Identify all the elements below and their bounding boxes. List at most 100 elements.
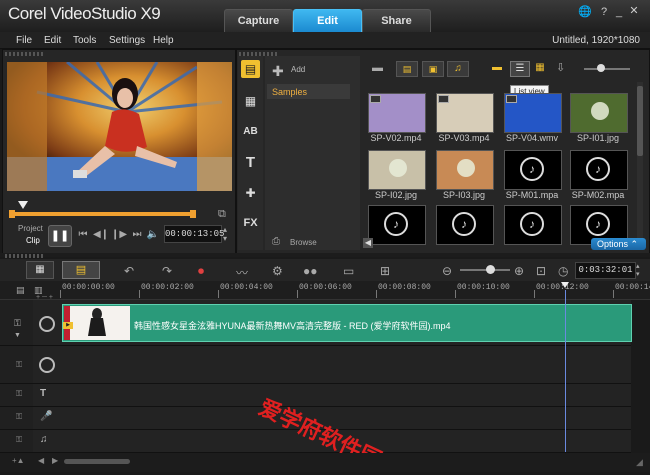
multi-camera-icon[interactable]: ⊞: [380, 264, 390, 278]
voice-lock-icon[interactable]: ⚿: [16, 412, 22, 422]
library-scrollbar-thumb[interactable]: [637, 86, 643, 156]
media-thumbnail[interactable]: [368, 93, 426, 133]
undo-icon[interactable]: ↶: [124, 264, 134, 278]
add-folder-label[interactable]: Add: [291, 65, 305, 74]
project-mode-label[interactable]: Project: [18, 224, 43, 233]
home-icon[interactable]: ⏮: [74, 227, 92, 243]
thumbnail-view-icon[interactable]: ▬: [488, 61, 506, 75]
transition-icon[interactable]: AB: [241, 123, 260, 141]
title-lock-icon[interactable]: ⚿: [16, 389, 22, 399]
scrub-bar[interactable]: [12, 212, 195, 216]
scroll-left-icon[interactable]: ◀: [38, 456, 44, 465]
zoom-slider-handle[interactable]: [486, 265, 495, 274]
timeline-scrollbar-thumb[interactable]: [64, 459, 130, 464]
play-pause-button[interactable]: ❚❚: [48, 225, 72, 247]
instant-project-icon[interactable]: ▦: [241, 92, 260, 110]
sound-mixer-icon[interactable]: 〰: [236, 264, 248, 281]
expand-track-icon[interactable]: ▼: [14, 332, 21, 339]
thumbnail-size-slider[interactable]: [584, 68, 630, 70]
grid-view-icon[interactable]: ▦: [531, 61, 549, 75]
menu-file[interactable]: File: [16, 35, 32, 46]
filter-icon[interactable]: FX: [241, 214, 260, 232]
globe-icon[interactable]: 🌐: [577, 5, 593, 19]
auto-music-icon[interactable]: ⚙: [272, 264, 283, 278]
record-capture-icon[interactable]: ⏺: [198, 264, 204, 279]
media-thumbnail[interactable]: [436, 93, 494, 133]
storyboard-view-icon[interactable]: ▦: [26, 261, 54, 279]
clock-icon[interactable]: ◷: [558, 264, 568, 278]
overlay-lock-icon[interactable]: ⚿: [16, 360, 22, 370]
show-photos-icon[interactable]: ▣: [422, 61, 444, 77]
timeline-view-icon[interactable]: ▤: [62, 261, 100, 279]
motion-tracking-icon[interactable]: ●●: [303, 264, 318, 278]
graphic-icon[interactable]: ✚: [241, 184, 260, 202]
resize-grip-icon[interactable]: ◢: [636, 457, 643, 468]
help-icon[interactable]: ?: [596, 5, 612, 19]
media-thumbnail-label: SP-I03.jpg: [442, 190, 486, 200]
tab-edit[interactable]: Edit: [293, 9, 362, 32]
track-manager-icon[interactable]: ▤: [16, 285, 25, 296]
zoom-out-icon[interactable]: ⊖: [442, 264, 452, 278]
folder-icon[interactable]: ▬: [372, 62, 383, 74]
tab-capture[interactable]: Capture: [224, 9, 293, 32]
media-thumbnail[interactable]: ♪: [436, 205, 494, 245]
title-track[interactable]: [33, 384, 631, 407]
minimize-icon[interactable]: _: [611, 5, 627, 19]
list-view-icon[interactable]: ☰: [510, 61, 530, 77]
panel-grip[interactable]: [5, 52, 45, 56]
trim-end-marker[interactable]: [190, 210, 196, 218]
media-thumbnail[interactable]: [368, 150, 426, 190]
folder-name[interactable]: Samples: [272, 87, 307, 97]
volume-icon[interactable]: 🔈: [144, 227, 162, 243]
media-thumbnail[interactable]: ♪: [504, 150, 562, 190]
overlay-track[interactable]: [33, 346, 631, 384]
browse-label[interactable]: Browse: [290, 238, 317, 247]
show-videos-icon[interactable]: ▤: [396, 61, 418, 77]
panel-grip[interactable]: [5, 254, 45, 258]
thumbnail-size-handle[interactable]: [597, 64, 605, 72]
media-thumbnail[interactable]: ♪: [570, 150, 628, 190]
clip-mode-label[interactable]: Clip: [26, 236, 40, 245]
menu-settings[interactable]: Settings: [109, 35, 145, 46]
playhead-handle[interactable]: [18, 201, 28, 209]
splitter[interactable]: [0, 253, 650, 257]
lock-track-icon[interactable]: ⚿: [14, 318, 21, 329]
redo-icon[interactable]: ↷: [162, 264, 172, 278]
duration-spinner-icon[interactable]: ▴ ▾: [636, 262, 640, 278]
timeline-playhead-handle[interactable]: [561, 282, 569, 288]
media-thumbnail[interactable]: [436, 150, 494, 190]
browse-icon[interactable]: ⎙: [272, 236, 280, 247]
sort-icon[interactable]: ⇩: [556, 61, 565, 74]
timecode-spinner-icon[interactable]: ▴ ▾: [223, 225, 227, 243]
tab-share[interactable]: Share: [362, 9, 431, 32]
zoom-in-icon[interactable]: ⊕: [514, 264, 524, 278]
close-icon[interactable]: ✕: [626, 4, 642, 18]
scroll-right-icon[interactable]: ▶: [52, 456, 58, 465]
menu-help[interactable]: Help: [153, 35, 174, 46]
media-thumbnail[interactable]: ♪: [504, 205, 562, 245]
timecode-display[interactable]: 00:00:13:05: [164, 225, 224, 243]
media-thumbnail[interactable]: ♪: [368, 205, 426, 245]
media-thumbnail[interactable]: [570, 93, 628, 133]
menu-edit[interactable]: Edit: [44, 35, 61, 46]
add-folder-icon[interactable]: ✚: [272, 63, 284, 80]
menu-tools[interactable]: Tools: [73, 35, 96, 46]
add-track-icon[interactable]: +▲: [12, 456, 25, 465]
previous-frame-icon[interactable]: ◀❙: [92, 227, 110, 243]
media-icon[interactable]: ▤: [241, 60, 260, 78]
music-lock-icon[interactable]: ⚿: [16, 435, 22, 445]
zoom-slider[interactable]: [460, 269, 510, 271]
subtitle-editor-icon[interactable]: ▭: [343, 264, 354, 278]
show-audio-icon[interactable]: ♫: [447, 61, 469, 77]
title-icon[interactable]: T: [241, 154, 260, 172]
next-frame-icon[interactable]: ❙▶: [110, 227, 128, 243]
timeline-playhead[interactable]: [565, 290, 566, 452]
collapse-folder-icon[interactable]: ◀: [363, 238, 373, 248]
media-thumbnail-label: SP-M02.mpa: [571, 190, 625, 200]
media-thumbnail[interactable]: [504, 93, 562, 133]
enlarge-preview-icon[interactable]: ⧉: [218, 208, 226, 221]
options-button[interactable]: Options ⌃: [591, 238, 646, 250]
ruler-tick-label: 00:00:04:00: [220, 283, 273, 292]
fit-project-icon[interactable]: ⊡: [536, 264, 546, 278]
trim-start-marker[interactable]: [9, 210, 15, 218]
